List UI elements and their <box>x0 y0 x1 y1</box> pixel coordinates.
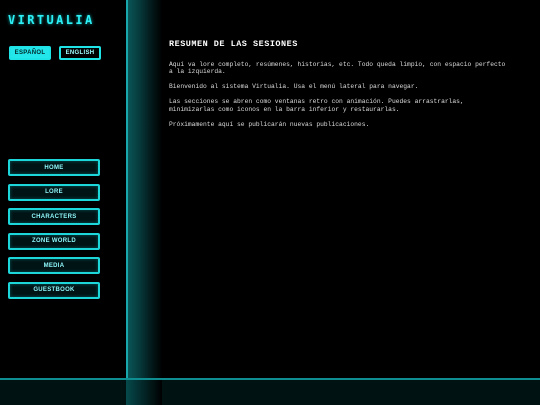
sidebar-glow-divider <box>126 0 162 378</box>
content-paragraph: Las secciones se abren como ventanas ret… <box>169 98 464 113</box>
content-paragraph: Aquí va lore completo, resúmenes, histor… <box>169 61 506 76</box>
sidebar-nav: HOME LORE CHARACTERS ZONE WORLD MEDIA GU… <box>8 159 100 306</box>
language-en-button[interactable]: ENGLISH <box>59 46 101 60</box>
sidebar: VIRTUALIA ESPAÑOL ENGLISH HOME LORE CHAR… <box>0 0 126 378</box>
taskbar[interactable] <box>0 378 540 405</box>
nav-item-media[interactable]: MEDIA <box>8 257 100 274</box>
nav-item-characters[interactable]: CHARACTERS <box>8 208 100 225</box>
content-paragraph: Próximamente aquí se publicarán nuevas p… <box>169 120 370 128</box>
page-title: RESUMEN DE LAS SESIONES <box>169 39 298 49</box>
main-content: RESUMEN DE LAS SESIONES Aquí va lore com… <box>169 39 509 135</box>
app-logo[interactable]: VIRTUALIA <box>8 13 95 27</box>
content-paragraph: Bienvenido al sistema Virtualia. Usa el … <box>169 83 419 91</box>
nav-item-guestbook[interactable]: GUESTBOOK <box>8 281 100 299</box>
nav-item-zone-world[interactable]: ZONE WORLD <box>8 232 100 250</box>
nav-item-home[interactable]: HOME <box>8 159 100 176</box>
taskbar-glow <box>126 380 162 405</box>
language-es-button[interactable]: ESPAÑOL <box>9 46 51 60</box>
nav-item-lore[interactable]: LORE <box>8 183 100 201</box>
